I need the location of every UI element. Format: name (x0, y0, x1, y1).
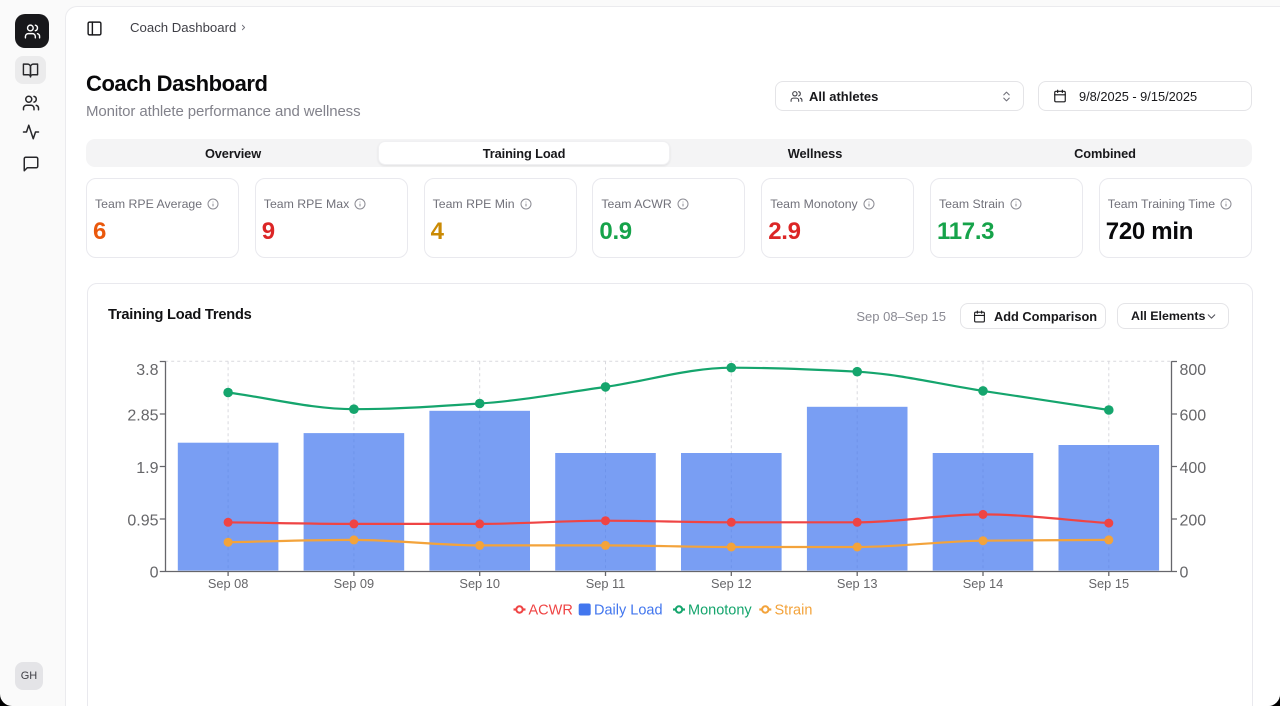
svg-text:Sep 12: Sep 12 (711, 576, 752, 591)
svg-text:600: 600 (1180, 408, 1207, 425)
svg-text:800: 800 (1180, 362, 1207, 379)
svg-text:Sep 13: Sep 13 (837, 576, 878, 591)
svg-text:Sep 08: Sep 08 (208, 576, 249, 591)
svg-text:0: 0 (150, 564, 159, 581)
svg-text:Strain: Strain (775, 603, 813, 619)
svg-text:200: 200 (1180, 512, 1207, 529)
svg-text:Sep 15: Sep 15 (1089, 576, 1130, 591)
svg-text:Monotony: Monotony (688, 603, 752, 619)
svg-text:2.85: 2.85 (127, 408, 158, 425)
svg-text:Daily Load: Daily Load (594, 603, 663, 619)
svg-text:Sep 09: Sep 09 (334, 576, 375, 591)
svg-text:0.95: 0.95 (127, 512, 158, 529)
svg-text:1.9: 1.9 (136, 460, 158, 477)
svg-text:0: 0 (1180, 564, 1189, 581)
svg-text:Sep 10: Sep 10 (459, 576, 500, 591)
svg-text:Sep 11: Sep 11 (586, 576, 626, 591)
svg-text:Sep 14: Sep 14 (963, 576, 1004, 591)
svg-text:400: 400 (1180, 460, 1207, 477)
svg-text:3.8: 3.8 (136, 362, 158, 379)
svg-text:ACWR: ACWR (529, 603, 573, 619)
